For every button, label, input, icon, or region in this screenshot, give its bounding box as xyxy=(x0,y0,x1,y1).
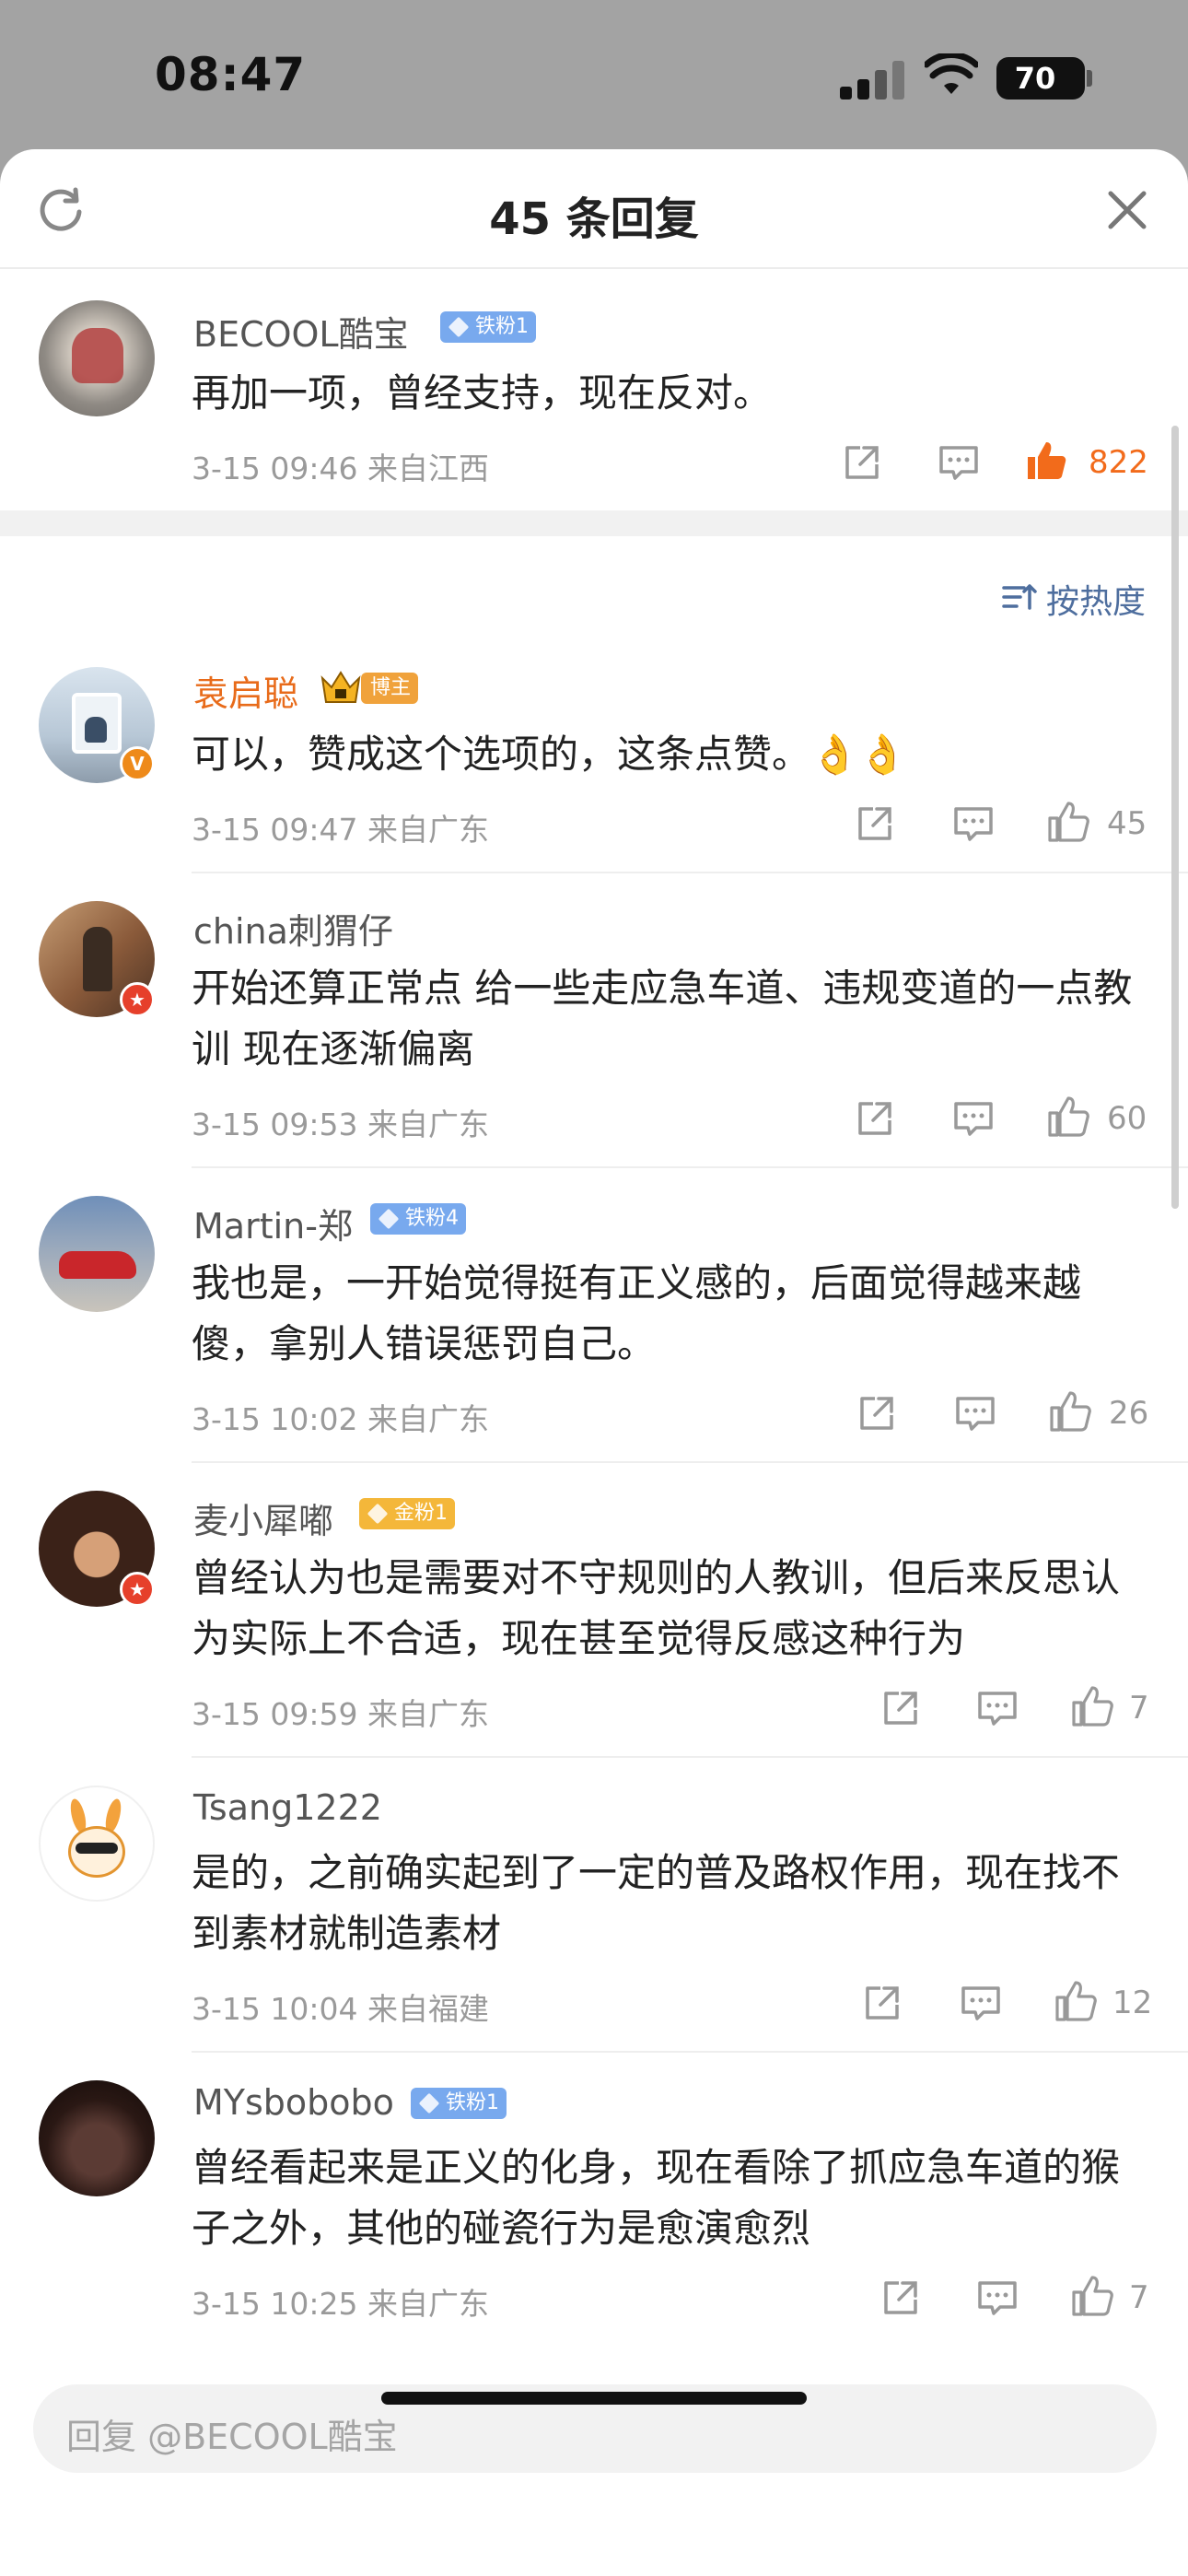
like-count: 60 xyxy=(1107,1100,1147,1137)
like-count: 26 xyxy=(1109,1395,1149,1432)
share-icon[interactable] xyxy=(880,1688,921,1728)
battery-icon: 70 xyxy=(996,57,1085,100)
username[interactable]: 袁启聪 xyxy=(193,665,298,716)
sheet-title: 45 条回复 xyxy=(489,193,699,245)
comment-text: 我也是，一开始觉得挺有正义感的，后面觉得越来越傻，拿别人错误惩罚自己。 xyxy=(192,1260,1082,1366)
replies-sheet: 45 条回复 BECOOL酷宝 铁粉1 再加一项，曾经支持，现在反对。 3-15… xyxy=(0,149,1188,2576)
comment-meta: 3-15 10:25 来自广东 xyxy=(192,2286,489,2322)
cellular-signal-icon xyxy=(840,59,906,100)
comment-meta: 3-15 10:02 来自广东 xyxy=(192,1401,489,1437)
username[interactable]: 麦小犀嘟 xyxy=(193,1493,333,1543)
comment-icon[interactable] xyxy=(952,803,995,844)
like-icon[interactable] xyxy=(1070,1684,1114,1728)
avatar[interactable] xyxy=(39,2080,155,2196)
comment-meta: 3-15 09:46 来自江西 xyxy=(192,451,489,486)
like-count: 7 xyxy=(1129,1690,1149,1727)
comment-text: 曾经看起来是正义的化身，现在看除了抓应急车道的猴子之外，其他的碰瓷行为是愈演愈烈 xyxy=(192,2145,1121,2251)
username[interactable]: Tsang1222 xyxy=(193,1787,382,1828)
like-icon[interactable] xyxy=(1054,1979,1098,2023)
username[interactable]: china刺猬仔 xyxy=(193,903,393,954)
star-badge: ★ xyxy=(120,1572,155,1607)
sheet-header: 45 条回复 xyxy=(0,149,1188,269)
row-divider xyxy=(192,1756,1188,1758)
share-icon[interactable] xyxy=(862,1983,903,2023)
comment-text: 可以，赞成这个选项的，这条点赞。👌👌 xyxy=(192,732,907,777)
share-icon[interactable] xyxy=(842,442,882,483)
username[interactable]: BECOOL酷宝 xyxy=(193,306,409,357)
like-count: 822 xyxy=(1089,444,1148,481)
share-icon[interactable] xyxy=(855,803,895,844)
battery-cap xyxy=(1087,70,1092,87)
share-icon[interactable] xyxy=(880,2277,921,2318)
comment-meta: 3-15 09:53 来自广东 xyxy=(192,1107,489,1142)
row-divider xyxy=(192,1461,1188,1463)
battery-level: 70 xyxy=(1014,61,1056,96)
like-count: 45 xyxy=(1107,805,1147,842)
fan-badge: 铁粉1 xyxy=(411,2088,507,2119)
wifi-icon xyxy=(925,53,978,94)
comment-text: 是的，之前确实起到了一定的普及路权作用，现在找不到素材就制造素材 xyxy=(192,1850,1121,1956)
avatar[interactable] xyxy=(39,1786,155,1902)
blogger-badge: 博主 xyxy=(361,673,419,704)
like-icon[interactable] xyxy=(1046,800,1090,844)
comment-icon[interactable] xyxy=(960,1983,1002,2023)
like-icon[interactable] xyxy=(1048,1389,1092,1434)
status-time: 08:47 xyxy=(155,48,307,101)
like-icon[interactable] xyxy=(1024,439,1068,483)
comment-icon[interactable] xyxy=(976,2277,1019,2318)
fan-badge: 铁粉4 xyxy=(370,1203,466,1235)
comment-icon[interactable] xyxy=(952,1098,995,1139)
share-icon[interactable] xyxy=(855,1098,895,1139)
status-bar: 08:47 70 xyxy=(0,0,1188,147)
row-divider xyxy=(192,1166,1188,1168)
avatar[interactable] xyxy=(39,1196,155,1312)
row-divider xyxy=(192,872,1188,873)
comment-icon[interactable] xyxy=(954,1393,996,1434)
like-count: 12 xyxy=(1112,1985,1153,2021)
row-divider xyxy=(192,2051,1188,2053)
fan-badge: 铁粉1 xyxy=(440,311,536,343)
username[interactable]: Martin-郑 xyxy=(193,1198,353,1248)
comment-meta: 3-15 09:47 来自广东 xyxy=(192,812,489,848)
username[interactable]: MYsbobobo xyxy=(193,2082,394,2123)
comment-text: 再加一项，曾经支持，现在反对。 xyxy=(192,370,773,416)
star-badge: ★ xyxy=(120,982,155,1017)
sort-icon[interactable] xyxy=(1000,579,1037,615)
close-icon[interactable] xyxy=(1103,186,1151,234)
home-indicator[interactable] xyxy=(381,2392,807,2405)
sort-by-hot-button[interactable]: 按热度 xyxy=(1046,575,1146,623)
like-count: 7 xyxy=(1129,2279,1149,2316)
avatar[interactable] xyxy=(39,300,155,416)
comment-meta: 3-15 10:04 来自福建 xyxy=(192,1991,489,2027)
share-icon[interactable] xyxy=(856,1393,897,1434)
comment-meta: 3-15 09:59 来自广东 xyxy=(192,1696,489,1732)
like-icon[interactable] xyxy=(1046,1095,1090,1139)
section-divider xyxy=(0,510,1188,536)
scrollbar[interactable] xyxy=(1171,426,1179,1209)
comment-text: 曾经认为也是需要对不守规则的人教训，但后来反思认为实际上不合适，现在甚至觉得反感… xyxy=(192,1555,1121,1661)
comment-icon[interactable] xyxy=(938,442,980,483)
like-icon[interactable] xyxy=(1070,2274,1114,2318)
verified-badge: V xyxy=(120,746,155,781)
crown-icon xyxy=(320,671,361,703)
reply-placeholder: 回复 @BECOOL酷宝 xyxy=(66,2417,398,2457)
comment-text: 开始还算正常点 给一些走应急车道、违规变道的一点教训 现在逐渐偏离 xyxy=(192,966,1133,1071)
comment-icon[interactable] xyxy=(976,1688,1019,1728)
fan-badge: 金粉1 xyxy=(359,1498,455,1529)
